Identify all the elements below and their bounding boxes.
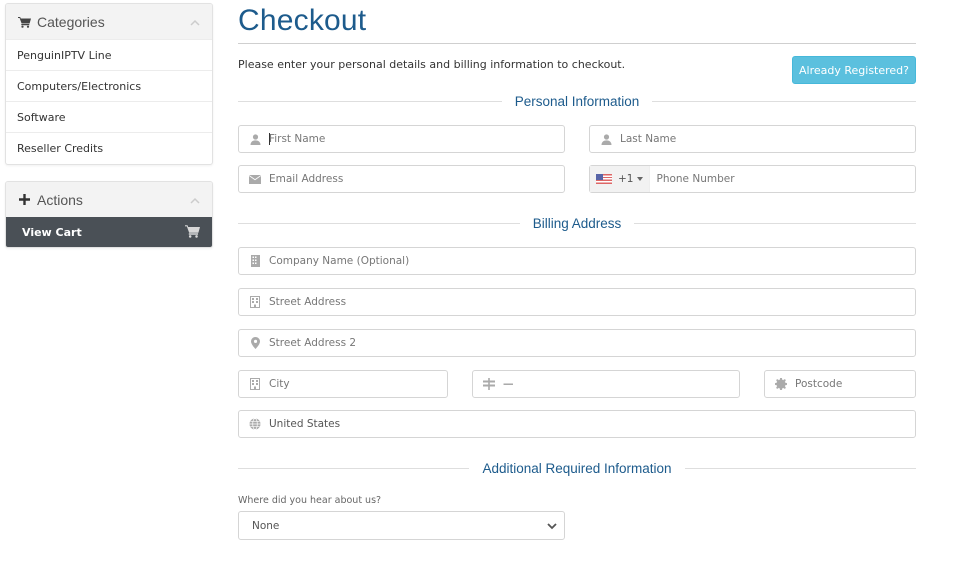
- billing-address-heading: Billing Address: [238, 215, 916, 231]
- section-title: Personal Information: [514, 93, 640, 109]
- phone-field[interactable]: +1: [589, 165, 916, 193]
- street-address-input[interactable]: [269, 289, 915, 315]
- hear-about-select[interactable]: None: [238, 511, 565, 540]
- postcode-input[interactable]: [795, 371, 915, 397]
- street-address-2-input[interactable]: [269, 330, 915, 356]
- actions-header[interactable]: Actions: [6, 182, 212, 217]
- company-name-input[interactable]: [269, 248, 915, 274]
- last-name-input[interactable]: [620, 126, 915, 152]
- dial-code: +1: [618, 173, 634, 185]
- user-icon: [600, 133, 612, 145]
- divider: [634, 222, 916, 224]
- categories-panel: Categories PenguinIPTV Line Computers/El…: [5, 3, 213, 165]
- street-address-field[interactable]: [238, 288, 916, 316]
- chevron-up-icon[interactable]: [190, 194, 200, 204]
- actions-title: Actions: [37, 191, 83, 208]
- chevron-down-icon: [547, 521, 557, 533]
- caret-down-icon: [637, 177, 644, 181]
- section-title: Billing Address: [532, 215, 622, 231]
- cart-icon: [17, 15, 31, 29]
- sidebar-item-penguiniptv-line[interactable]: PenguinIPTV Line: [6, 39, 212, 70]
- country-code-dropdown[interactable]: +1: [590, 166, 651, 192]
- last-name-field[interactable]: [589, 125, 916, 153]
- sidebar-item-computers-electronics[interactable]: Computers/Electronics: [6, 70, 212, 101]
- globe-icon: [249, 418, 261, 430]
- street-address-2-field[interactable]: [238, 329, 916, 357]
- section-title: Additional Required Information: [482, 460, 672, 476]
- already-registered-button[interactable]: Already Registered?: [792, 56, 916, 84]
- city-input[interactable]: [269, 371, 447, 397]
- hear-about-selected: None: [252, 519, 280, 532]
- divider: [238, 467, 470, 469]
- categories-title: Categories: [37, 13, 105, 30]
- building-icon: [249, 255, 261, 267]
- phone-input[interactable]: [650, 166, 915, 192]
- view-cart-button[interactable]: View Cart: [6, 217, 212, 247]
- categories-header[interactable]: Categories: [6, 4, 212, 39]
- sidebar-item-software[interactable]: Software: [6, 101, 212, 132]
- title-divider: [238, 43, 916, 44]
- view-cart-label: View Cart: [22, 226, 82, 239]
- building-icon: [249, 378, 261, 390]
- personal-information-heading: Personal Information: [238, 93, 917, 109]
- divider: [238, 222, 520, 224]
- page-title: Checkout: [238, 4, 367, 37]
- country-input[interactable]: [269, 411, 915, 437]
- first-name-input[interactable]: [268, 126, 564, 152]
- envelope-icon: [249, 173, 261, 185]
- state-field[interactable]: [472, 370, 740, 398]
- additional-information-heading: Additional Required Information: [238, 460, 916, 476]
- divider: [684, 467, 916, 469]
- country-field[interactable]: [238, 410, 916, 438]
- signpost-icon: [483, 378, 495, 390]
- intro-text: Please enter your personal details and b…: [238, 58, 626, 71]
- building-icon: [249, 296, 261, 308]
- email-input[interactable]: [269, 166, 564, 192]
- sidebar-item-reseller-credits[interactable]: Reseller Credits: [6, 132, 212, 163]
- chevron-up-icon[interactable]: [190, 16, 200, 26]
- plus-icon: [17, 193, 31, 207]
- postcode-field[interactable]: [764, 370, 916, 398]
- certificate-icon: [775, 378, 787, 390]
- state-input[interactable]: [503, 371, 739, 397]
- divider: [652, 100, 917, 102]
- divider: [238, 100, 502, 102]
- company-name-field[interactable]: [238, 247, 916, 275]
- actions-panel: Actions View Cart: [5, 181, 213, 248]
- city-field[interactable]: [238, 370, 448, 398]
- email-field[interactable]: [238, 165, 565, 193]
- hear-about-label: Where did you hear about us?: [238, 495, 382, 506]
- user-icon: [249, 133, 261, 145]
- map-marker-icon: [249, 337, 261, 349]
- cart-icon: [185, 224, 200, 241]
- us-flag-icon: [596, 174, 612, 184]
- first-name-field[interactable]: [238, 125, 565, 153]
